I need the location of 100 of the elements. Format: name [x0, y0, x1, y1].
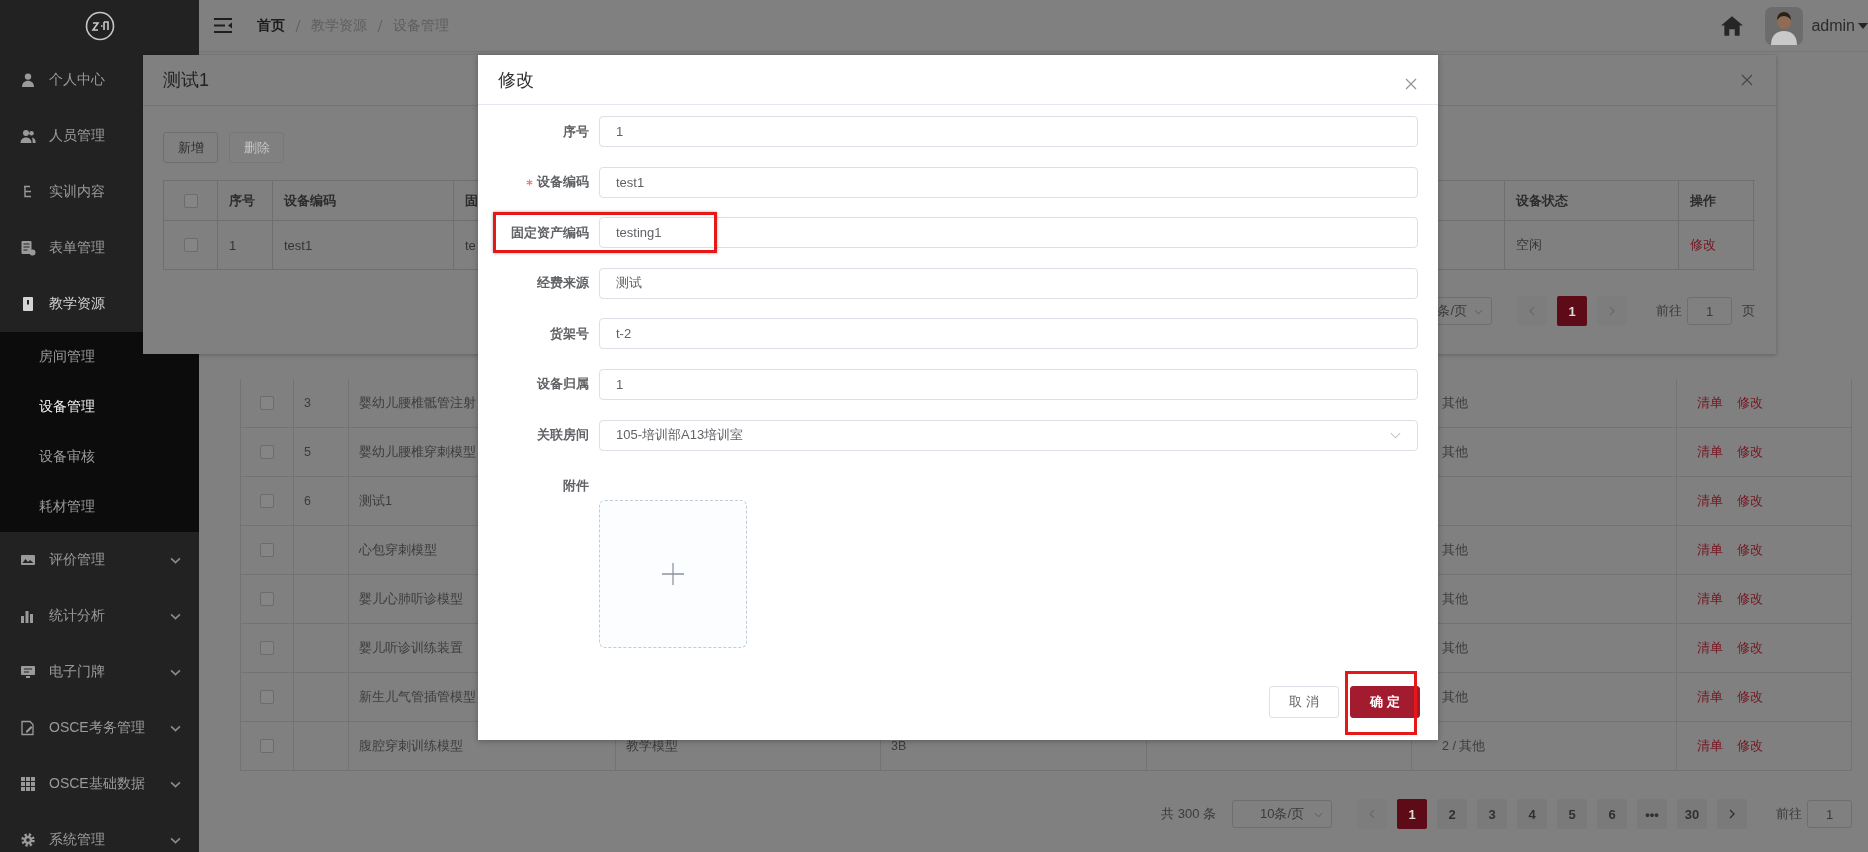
avatar[interactable] [1765, 6, 1804, 45]
action-link[interactable]: 清单 [1697, 737, 1723, 755]
sidebar-item[interactable]: 统计分析 [0, 588, 199, 644]
input-field[interactable]: t-2 [599, 318, 1418, 350]
table-cell: 空闲 [1505, 221, 1679, 269]
column-header: 序号 [218, 181, 273, 220]
dialog-title: 修改 [498, 68, 534, 92]
submenu-item[interactable]: 房间管理 [0, 332, 199, 382]
checkbox[interactable] [260, 494, 274, 508]
logo-icon [84, 11, 115, 41]
goto-field[interactable]: 1 [1687, 297, 1732, 325]
slash-icon [295, 18, 301, 33]
home-icon[interactable] [1720, 14, 1745, 37]
dialog-title: 测试1 [163, 69, 209, 92]
next-page-button[interactable] [1717, 799, 1747, 829]
table-cell: 3 [294, 379, 349, 427]
user-name[interactable]: admin [1811, 16, 1855, 35]
page-button[interactable]: 2 [1437, 799, 1467, 829]
table-cell: test1 [273, 221, 454, 269]
user-icon [20, 72, 36, 88]
page-button[interactable]: 3 [1477, 799, 1507, 829]
menu-icon[interactable] [214, 18, 232, 33]
sidebar-item[interactable]: 电子门牌 [0, 644, 199, 700]
checkbox[interactable] [260, 641, 274, 655]
action-link[interactable]: 修改 [1737, 639, 1763, 657]
action-link[interactable]: 清单 [1697, 688, 1723, 706]
field-label: 序号 [563, 122, 589, 141]
goto-field[interactable]: 1 [1807, 800, 1852, 828]
page-suffix: 页 [1742, 302, 1755, 320]
page-button[interactable]: 30 [1677, 799, 1707, 829]
toolbar-button[interactable]: 新增 [163, 132, 218, 163]
table-cell: 6 [294, 477, 349, 525]
field-label: 经费来源 [537, 274, 589, 293]
submenu-item[interactable]: 设备管理 [0, 382, 199, 432]
page-button[interactable]: 4 [1517, 799, 1547, 829]
checkbox[interactable] [260, 592, 274, 606]
page-button[interactable]: 1 [1557, 296, 1587, 326]
bar-chart-icon [20, 608, 36, 624]
action-link[interactable]: 清单 [1697, 443, 1723, 461]
checkbox[interactable] [183, 238, 198, 252]
sidebar-item[interactable]: 教学资源 [0, 276, 199, 332]
page-button[interactable]: ••• [1637, 799, 1667, 829]
chevron-down-icon [1390, 431, 1401, 439]
page-size-select[interactable]: 10条/页 [1232, 800, 1332, 828]
close-icon[interactable] [1741, 74, 1753, 86]
sidebar-item[interactable]: 实训内容 [0, 164, 199, 220]
field-label: 关联房间 [537, 426, 589, 445]
input-field[interactable]: 1 [599, 368, 1418, 400]
action-link[interactable]: 清单 [1697, 541, 1723, 559]
action-link[interactable]: 清单 [1697, 492, 1723, 510]
submenu-item[interactable]: 耗材管理 [0, 482, 199, 532]
sidebar-item[interactable]: 系统管理 [0, 812, 199, 852]
close-icon[interactable] [1405, 77, 1417, 90]
checkbox[interactable] [260, 396, 274, 410]
settings-icon [20, 832, 36, 848]
input-field[interactable]: 1 [599, 116, 1418, 147]
action-link[interactable]: 修改 [1737, 590, 1763, 608]
page-button[interactable]: 1 [1397, 799, 1427, 829]
checkbox[interactable] [260, 739, 274, 753]
column-header: 设备状态 [1505, 181, 1679, 220]
action-link[interactable]: 修改 [1737, 443, 1763, 461]
sidebar-item[interactable]: 评价管理 [0, 532, 199, 588]
slash-icon [377, 18, 383, 33]
book-icon [20, 296, 36, 312]
action-link[interactable]: 修改 [1737, 394, 1763, 412]
select-field[interactable]: 105-培训部A13培训室 [599, 419, 1418, 451]
caret-icon[interactable] [1858, 22, 1868, 29]
grid-icon [20, 776, 36, 792]
checkbox[interactable] [183, 193, 198, 208]
checkbox[interactable] [260, 543, 274, 557]
action-link[interactable]: 清单 [1697, 639, 1723, 657]
page-button[interactable]: 5 [1557, 799, 1587, 829]
upload-box[interactable] [599, 500, 747, 649]
confirm-button[interactable]: 确定 [1350, 686, 1420, 719]
column-header: 操作 [1679, 181, 1754, 220]
action-link[interactable]: 修改 [1690, 236, 1716, 254]
cancel-button[interactable]: 取消 [1269, 686, 1339, 719]
users-icon [20, 128, 36, 144]
page-button[interactable]: 6 [1597, 799, 1627, 829]
action-link[interactable]: 清单 [1697, 590, 1723, 608]
action-link[interactable]: 修改 [1737, 688, 1763, 706]
submenu-item[interactable]: 设备审核 [0, 432, 199, 482]
checkbox[interactable] [260, 445, 274, 459]
total-count: 共 300 条 [1161, 805, 1216, 823]
field-label: 固定资产编码 [511, 223, 589, 242]
sidebar-item[interactable]: 表单管理 [0, 220, 199, 276]
breadcrumb-link[interactable]: 首页 [257, 16, 285, 35]
input-field[interactable]: testing1 [599, 217, 1418, 249]
input-field[interactable]: test1 [599, 166, 1418, 198]
action-link[interactable]: 修改 [1737, 737, 1763, 755]
form-icon [20, 240, 36, 256]
input-field[interactable]: 测试 [599, 267, 1418, 299]
action-link[interactable]: 修改 [1737, 541, 1763, 559]
action-link[interactable]: 修改 [1737, 492, 1763, 510]
checkbox[interactable] [260, 690, 274, 704]
chevron-right-icon [1729, 809, 1735, 819]
chevron-down-icon [1314, 812, 1323, 818]
sidebar-item[interactable]: OSCE基础数据 [0, 756, 199, 812]
action-link[interactable]: 清单 [1697, 394, 1723, 412]
sidebar-item[interactable]: OSCE考务管理 [0, 700, 199, 756]
